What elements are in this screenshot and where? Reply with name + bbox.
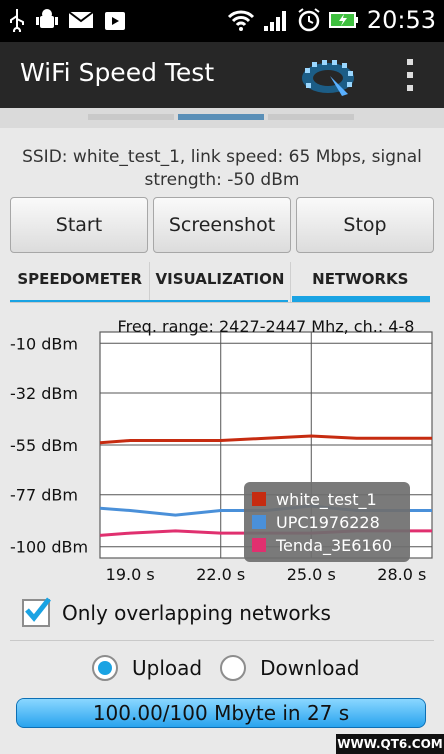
overlap-checkbox-label: Only overlapping networks <box>62 601 331 625</box>
download-radio[interactable] <box>220 655 247 681</box>
legend-swatch <box>252 538 266 552</box>
checkmark-icon <box>25 597 51 622</box>
legend-swatch <box>252 515 266 529</box>
overlap-checkbox[interactable] <box>22 597 51 627</box>
mail-icon <box>68 11 94 28</box>
watermark: WWW.QT6.COM <box>336 734 444 754</box>
screenshot-button[interactable]: Screenshot <box>153 197 291 253</box>
start-button[interactable]: Start <box>10 197 148 253</box>
page-indicator-2 <box>178 114 264 120</box>
app-title: WiFi Speed Test <box>20 58 215 87</box>
app-bar: WiFi Speed Test <box>0 42 444 108</box>
alarm-icon <box>298 8 320 32</box>
tab-speedometer[interactable]: SPEEDOMETER <box>10 262 151 302</box>
x-tick-label: 22.0 s <box>196 565 245 584</box>
usb-icon <box>10 9 24 32</box>
android-debug-icon <box>36 9 58 28</box>
divider <box>10 640 434 641</box>
play-store-icon <box>105 12 125 30</box>
upload-radio[interactable] <box>92 655 118 681</box>
tab-active-indicator <box>292 296 430 302</box>
direction-radio-group: Upload Download <box>92 652 432 684</box>
ssid-info: SSID: white_test_1, link speed: 65 Mbps,… <box>22 147 422 190</box>
progress-text: 100.00/100 Mbyte in 27 s <box>92 701 350 725</box>
page-indicator-1 <box>88 114 174 120</box>
signal-icon <box>263 11 286 31</box>
chart-title: Freq. range: 2427-2447 Mhz, ch.: 4-8 <box>118 317 415 336</box>
status-bar: 20:53 <box>0 0 444 42</box>
transfer-progress-bar: 100.00/100 Mbyte in 27 s <box>16 698 426 728</box>
x-tick-label: 25.0 s <box>287 565 336 584</box>
y-tick-label: -100 dBm <box>10 538 88 557</box>
stop-button[interactable]: Stop <box>296 197 434 253</box>
legend-label: Tenda_3E6160 <box>275 536 392 556</box>
y-tick-label: -55 dBm <box>10 436 78 455</box>
download-radio-label[interactable]: Download <box>260 656 359 680</box>
overlap-filter[interactable]: Only overlapping networks <box>22 597 432 628</box>
networks-signal-chart: -10 dBm -32 dBm -55 dBm -77 dBm -100 dBm 19.0… <box>10 317 433 584</box>
tab-underline <box>10 300 288 302</box>
tab-visualization[interactable]: VISUALIZATION <box>150 262 291 302</box>
x-tick-label: 19.0 s <box>106 565 155 584</box>
app-logo-icon <box>302 60 354 96</box>
x-tick-label: 28.0 s <box>377 565 426 584</box>
battery-charging-icon <box>328 12 358 28</box>
legend-label: white_test_1 <box>276 490 377 510</box>
upload-radio-label[interactable]: Upload <box>132 656 202 680</box>
page-indicator-3 <box>268 114 354 120</box>
y-tick-label: -77 dBm <box>10 486 78 505</box>
status-time: 20:53 <box>366 6 436 34</box>
y-tick-label: -10 dBm <box>10 334 78 353</box>
legend-label: UPC1976228 <box>276 513 380 532</box>
overflow-menu-icon[interactable] <box>406 58 414 92</box>
control-buttons: Start Screenshot Stop <box>10 197 434 253</box>
legend-swatch <box>252 492 266 506</box>
wifi-icon <box>227 10 254 31</box>
y-tick-label: -32 dBm <box>10 384 78 403</box>
